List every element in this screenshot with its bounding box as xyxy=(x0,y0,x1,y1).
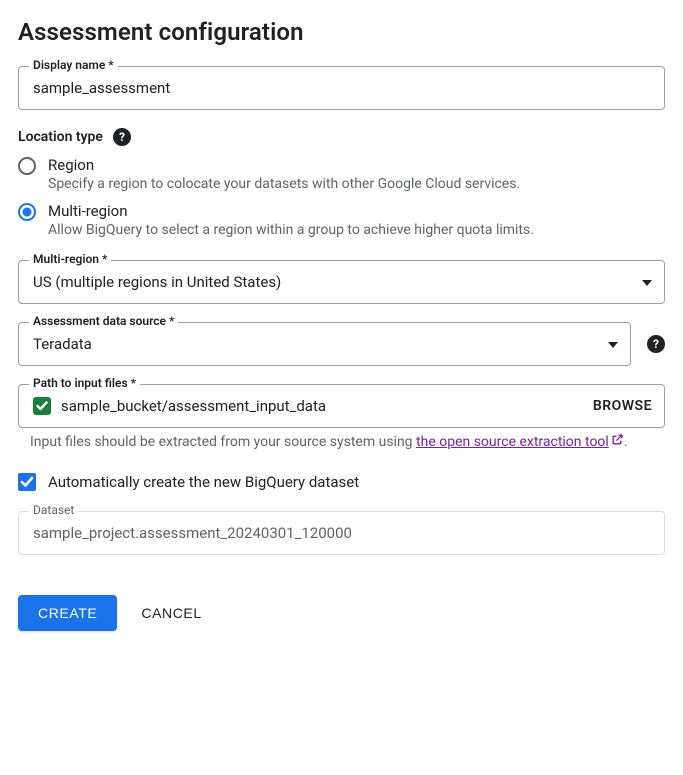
multi-region-value: US (multiple regions in United States) xyxy=(33,273,634,291)
external-link-icon xyxy=(611,434,624,450)
dataset-value: sample_project.assessment_20240301_12000… xyxy=(33,524,652,542)
radio-region-desc: Specify a region to colocate your datase… xyxy=(48,176,520,192)
radio-multiregion-label: Multi-region xyxy=(48,202,534,220)
radio-icon xyxy=(18,157,36,175)
input-path-field[interactable]: Path to input files * sample_bucket/asse… xyxy=(18,384,665,428)
radio-multiregion-desc: Allow BigQuery to select a region within… xyxy=(48,222,534,238)
multi-region-select[interactable]: Multi-region * US (multiple regions in U… xyxy=(18,260,665,304)
location-type-label: Location type ? xyxy=(18,128,665,146)
browse-button[interactable]: BROWSE xyxy=(593,398,652,414)
dataset-field: Dataset sample_project.assessment_202403… xyxy=(18,511,665,555)
data-source-value: Teradata xyxy=(33,335,600,353)
dataset-label: Dataset xyxy=(29,503,78,517)
chevron-down-icon xyxy=(642,274,652,290)
radio-region[interactable]: Region Specify a region to colocate your… xyxy=(18,156,665,192)
help-icon[interactable]: ? xyxy=(647,335,665,353)
data-source-row: Assessment data source * Teradata ? xyxy=(18,322,665,366)
input-path-label: Path to input files * xyxy=(29,376,140,390)
create-button[interactable]: CREATE xyxy=(18,595,117,631)
button-row: CREATE CANCEL xyxy=(18,595,665,631)
data-source-select[interactable]: Assessment data source * Teradata xyxy=(18,322,631,366)
radio-icon xyxy=(18,203,36,221)
extraction-tool-link[interactable]: the open source extraction tool xyxy=(416,434,624,450)
check-icon xyxy=(33,397,51,415)
display-name-value: sample_assessment xyxy=(33,79,652,97)
multi-region-label: Multi-region * xyxy=(29,252,111,266)
chevron-down-icon xyxy=(608,336,618,352)
input-path-value: sample_bucket/assessment_input_data xyxy=(61,397,593,415)
data-source-label: Assessment data source * xyxy=(29,314,178,328)
cancel-button[interactable]: CANCEL xyxy=(133,595,209,631)
page-title: Assessment configuration xyxy=(18,18,665,46)
auto-create-label: Automatically create the new BigQuery da… xyxy=(48,473,359,491)
display-name-label: Display name * xyxy=(29,58,118,72)
input-path-help: Input files should be extracted from you… xyxy=(30,432,665,453)
help-icon[interactable]: ? xyxy=(113,128,131,146)
auto-create-checkbox[interactable]: Automatically create the new BigQuery da… xyxy=(18,473,665,491)
radio-multiregion[interactable]: Multi-region Allow BigQuery to select a … xyxy=(18,202,665,238)
radio-region-label: Region xyxy=(48,156,520,174)
checkbox-checked-icon xyxy=(18,473,36,491)
display-name-field[interactable]: Display name * sample_assessment xyxy=(18,66,665,110)
